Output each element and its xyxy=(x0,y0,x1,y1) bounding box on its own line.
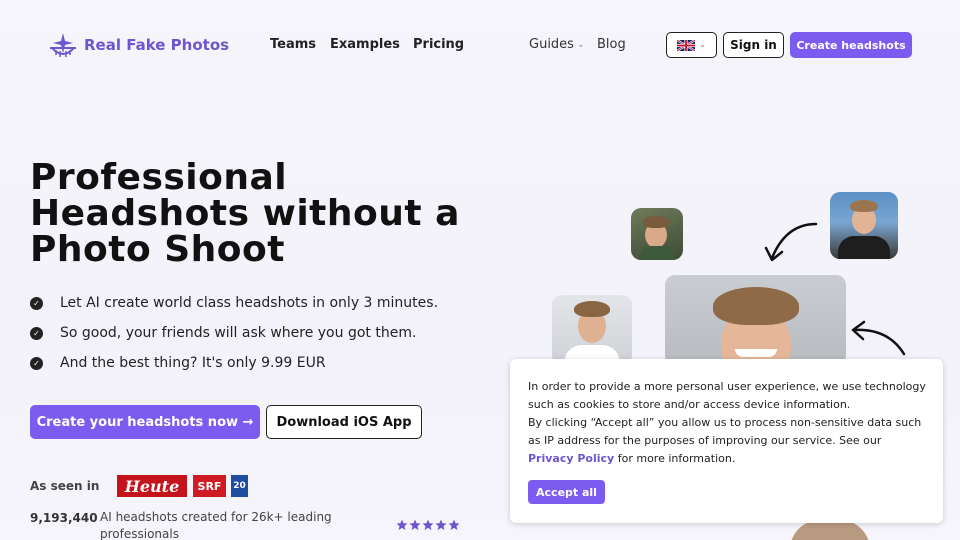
privacy-policy-link[interactable]: Privacy Policy xyxy=(528,452,614,465)
chevron-down-icon: ⌄ xyxy=(576,39,585,50)
brand-name: Real Fake Photos xyxy=(84,36,230,54)
rating-stars xyxy=(396,519,460,531)
arrow-icon xyxy=(764,222,818,262)
nav-guides-label: Guides xyxy=(529,37,574,52)
feature-item: ✓ Let AI create world class headshots in… xyxy=(30,288,438,318)
press-logo-heute: Heute xyxy=(117,475,187,497)
nav-guides-dropdown[interactable]: Guides ⌄ xyxy=(529,37,585,52)
create-headshots-button[interactable]: Create headshots xyxy=(790,32,912,58)
sign-in-button[interactable]: Sign in xyxy=(723,32,784,58)
uk-flag-icon xyxy=(676,39,695,51)
nav-pricing[interactable]: Pricing xyxy=(413,37,464,52)
star-icon xyxy=(409,519,421,530)
headshot-count-description: AI headshots created for 26k+ leading pr… xyxy=(100,510,332,540)
site-header: Real Fake Photos Teams Examples Pricing … xyxy=(0,0,960,90)
nav-examples[interactable]: Examples xyxy=(330,37,400,52)
cookie-line-1: In order to provide a more personal user… xyxy=(528,380,926,411)
arrow-icon xyxy=(851,320,906,356)
nav-blog[interactable]: Blog xyxy=(597,37,626,52)
logo-icon xyxy=(50,33,76,57)
brand-logo[interactable]: Real Fake Photos xyxy=(48,30,229,60)
as-seen-in-label: As seen in xyxy=(30,479,100,493)
star-icon xyxy=(396,519,408,530)
cookie-consent-banner: In order to provide a more personal user… xyxy=(510,359,943,523)
headshot-photo-small xyxy=(631,208,683,260)
headshot-photo-partial xyxy=(790,520,870,540)
press-logo-20min: 20 xyxy=(231,475,248,497)
star-icon xyxy=(435,519,447,530)
cookie-message: In order to provide a more personal user… xyxy=(528,378,928,468)
headshot-photo-main xyxy=(665,275,846,365)
feature-text: So good, your friends will ask where you… xyxy=(60,325,417,341)
feature-item: ✓ So good, your friends will ask where y… xyxy=(30,318,438,348)
nav-teams[interactable]: Teams xyxy=(270,37,316,52)
feature-text: And the best thing? It's only 9.99 EUR xyxy=(60,355,326,371)
cookie-line-2: By clicking “Accept all” you allow us to… xyxy=(528,414,928,468)
headshot-count: 9,193,440 xyxy=(30,511,98,525)
check-icon: ✓ xyxy=(30,296,43,310)
feature-item: ✓ And the best thing? It's only 9.99 EUR xyxy=(30,348,438,378)
download-ios-app-button[interactable]: Download iOS App xyxy=(266,405,422,439)
cookie-line-2-text: By clicking “Accept all” you allow us to… xyxy=(528,416,922,447)
headshot-photo-casual xyxy=(552,295,632,365)
cookie-line-2-end: for more information. xyxy=(617,452,736,465)
star-icon xyxy=(422,519,434,530)
accept-all-button[interactable]: Accept all xyxy=(528,480,605,504)
press-logo-srf: SRF xyxy=(193,475,226,497)
feature-list: ✓ Let AI create world class headshots in… xyxy=(30,288,438,378)
create-headshots-now-button[interactable]: Create your headshots now → xyxy=(30,405,260,439)
chevron-down-icon: ⌄ xyxy=(698,40,707,50)
language-selector[interactable]: ⌄ xyxy=(666,32,717,58)
hero-title: Professional Headshots without a Photo S… xyxy=(30,157,460,270)
star-icon xyxy=(448,519,460,530)
check-icon: ✓ xyxy=(30,326,43,340)
headshot-photo-outdoor xyxy=(830,192,898,259)
feature-text: Let AI create world class headshots in o… xyxy=(60,295,439,311)
check-icon: ✓ xyxy=(30,356,43,370)
